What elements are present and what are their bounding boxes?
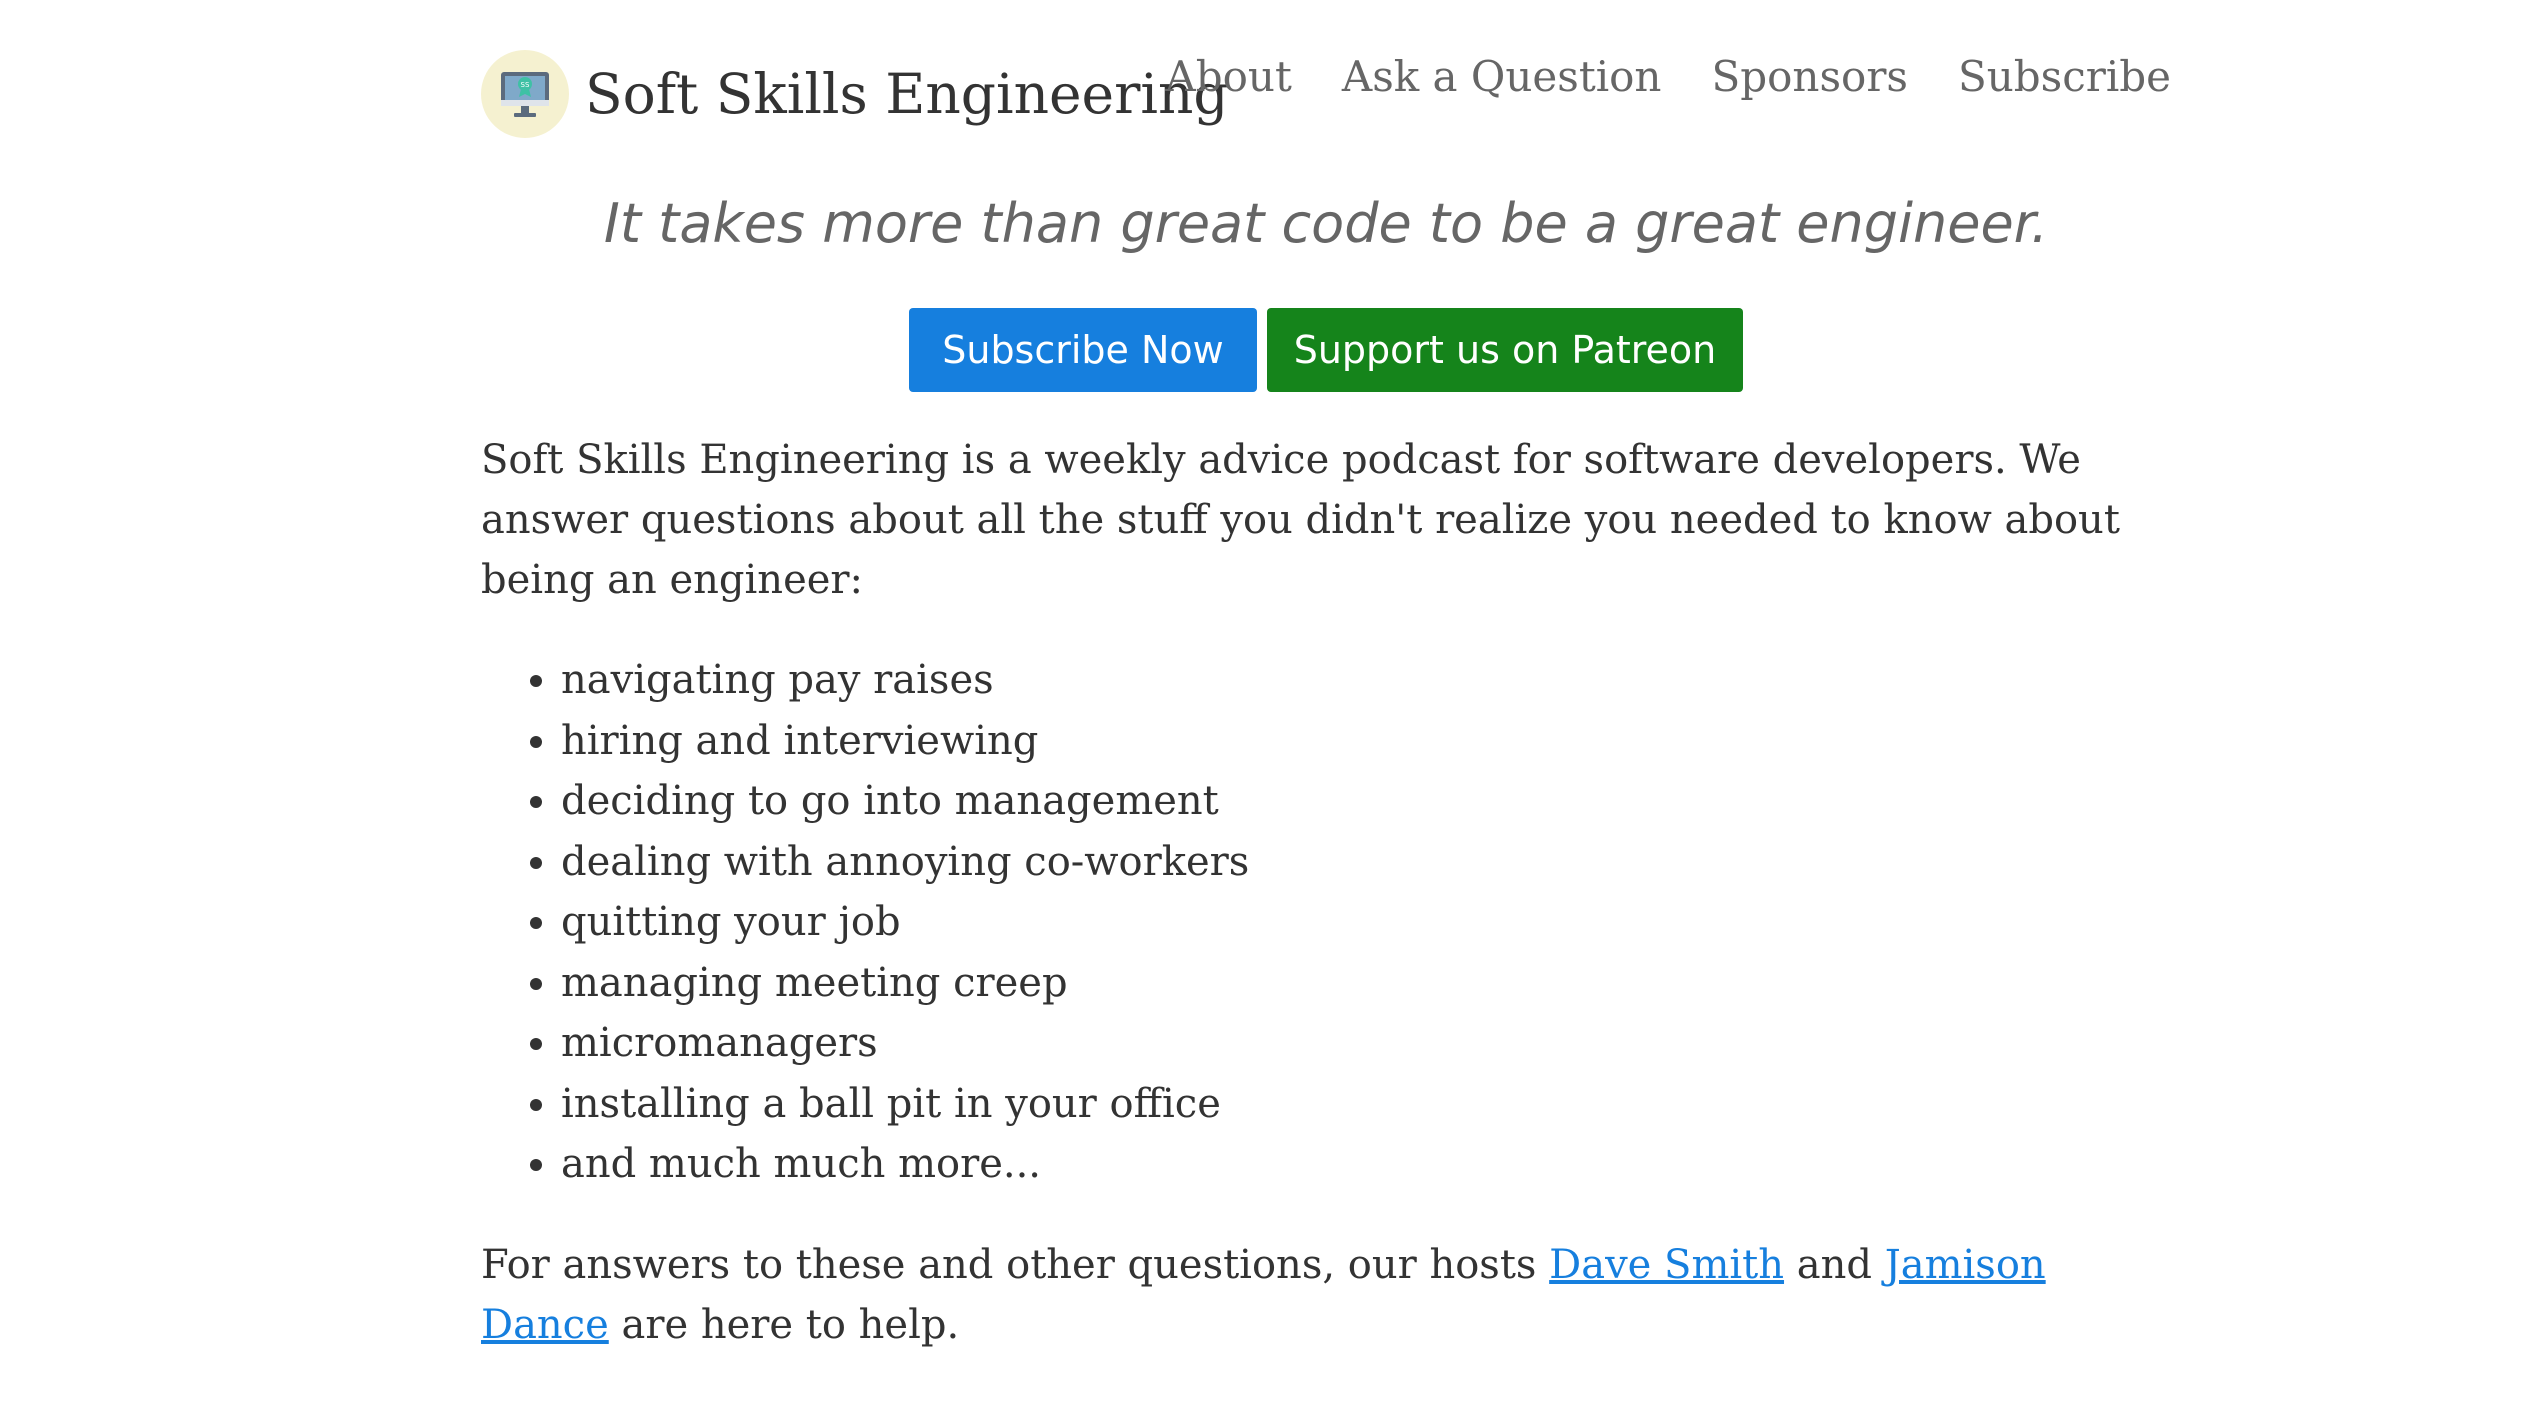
list-item: quitting your job — [561, 892, 2171, 953]
site-title[interactable]: Soft Skills Engineering — [585, 62, 1229, 126]
list-item: dealing with annoying co-workers — [561, 832, 2171, 893]
outro-text-after: are here to help. — [608, 1301, 960, 1348]
list-item: managing meeting creep — [561, 953, 2171, 1014]
computer-monitor-icon[interactable]: SS — [481, 50, 569, 138]
subscribe-now-button[interactable]: Subscribe Now — [909, 308, 1257, 392]
page: SS Soft Skills Engineering About Ask a Q… — [0, 0, 2530, 1402]
outro-text-before: For answers to these and other questions… — [481, 1241, 1550, 1288]
intro-paragraph: Soft Skills Engineering is a weekly advi… — [481, 437, 2120, 603]
main-nav: About Ask a Question Sponsors Subscribe — [1165, 52, 2171, 101]
nav-about[interactable]: About — [1165, 52, 1291, 101]
home-link[interactable]: SS Soft Skills Engineering — [481, 50, 1229, 138]
tagline: It takes more than great code to be a gr… — [603, 192, 2049, 255]
cta-buttons: Subscribe Now Support us on Patreon — [481, 308, 2171, 392]
list-item: hiring and interviewing — [561, 711, 2171, 772]
list-item: and much much more... — [561, 1134, 2171, 1195]
outro-paragraph: For answers to these and other questions… — [481, 1235, 2171, 1355]
svg-text:SS: SS — [521, 81, 530, 89]
host-link-dave-smith[interactable]: Dave Smith — [1549, 1242, 1784, 1288]
patreon-button[interactable]: Support us on Patreon — [1267, 308, 1743, 392]
site-header: SS Soft Skills Engineering About Ask a Q… — [481, 0, 2171, 150]
topics-list: navigating pay raises hiring and intervi… — [481, 650, 2171, 1195]
list-item: micromanagers — [561, 1013, 2171, 1074]
page-content: Soft Skills Engineering is a weekly advi… — [481, 430, 2171, 1355]
outro-text-middle: and — [1784, 1241, 1885, 1288]
main-container: SS Soft Skills Engineering About Ask a Q… — [481, 0, 2171, 1348]
nav-ask-a-question[interactable]: Ask a Question — [1342, 52, 1662, 101]
list-item: deciding to go into management — [561, 771, 2171, 832]
nav-sponsors[interactable]: Sponsors — [1711, 52, 1907, 101]
list-item: installing a ball pit in your office — [561, 1074, 2171, 1135]
nav-subscribe[interactable]: Subscribe — [1958, 52, 2171, 101]
list-item: navigating pay raises — [561, 650, 2171, 711]
